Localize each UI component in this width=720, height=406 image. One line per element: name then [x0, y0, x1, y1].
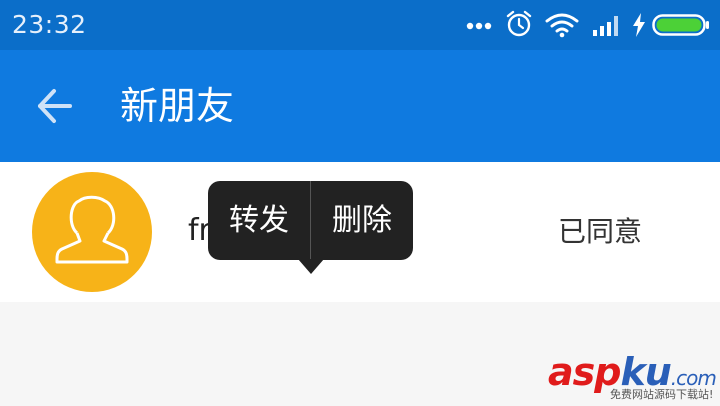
- watermark-logo: aspku.com 免费网站源码下载站!: [548, 350, 718, 404]
- app-bar: 新朋友: [0, 50, 720, 162]
- alarm-clock-icon: [506, 10, 532, 37]
- friend-status: 已同意: [558, 215, 643, 248]
- more-dots-icon: [466, 22, 492, 30]
- status-bar: 23:32: [0, 0, 720, 50]
- watermark-suffix: .com: [670, 366, 717, 390]
- charging-bolt-icon: [633, 13, 645, 37]
- forward-menu-item[interactable]: 转发: [208, 181, 310, 260]
- person-outline-icon: [55, 195, 129, 264]
- battery-icon: [652, 14, 709, 36]
- page-title: 新朋友: [120, 84, 235, 128]
- avatar: [32, 172, 152, 292]
- watermark-tagline: 免费网站源码下载站!: [610, 388, 714, 401]
- context-menu-pointer: [298, 259, 324, 274]
- signal-icon: [593, 16, 618, 36]
- status-time: 23:32: [12, 10, 87, 39]
- delete-menu-item[interactable]: 删除: [311, 181, 413, 260]
- wifi-icon: [545, 13, 579, 38]
- arrow-left-icon: [38, 89, 72, 123]
- status-icons: [438, 9, 709, 41]
- back-button[interactable]: [28, 82, 84, 130]
- context-menu: 转发 删除: [208, 181, 413, 260]
